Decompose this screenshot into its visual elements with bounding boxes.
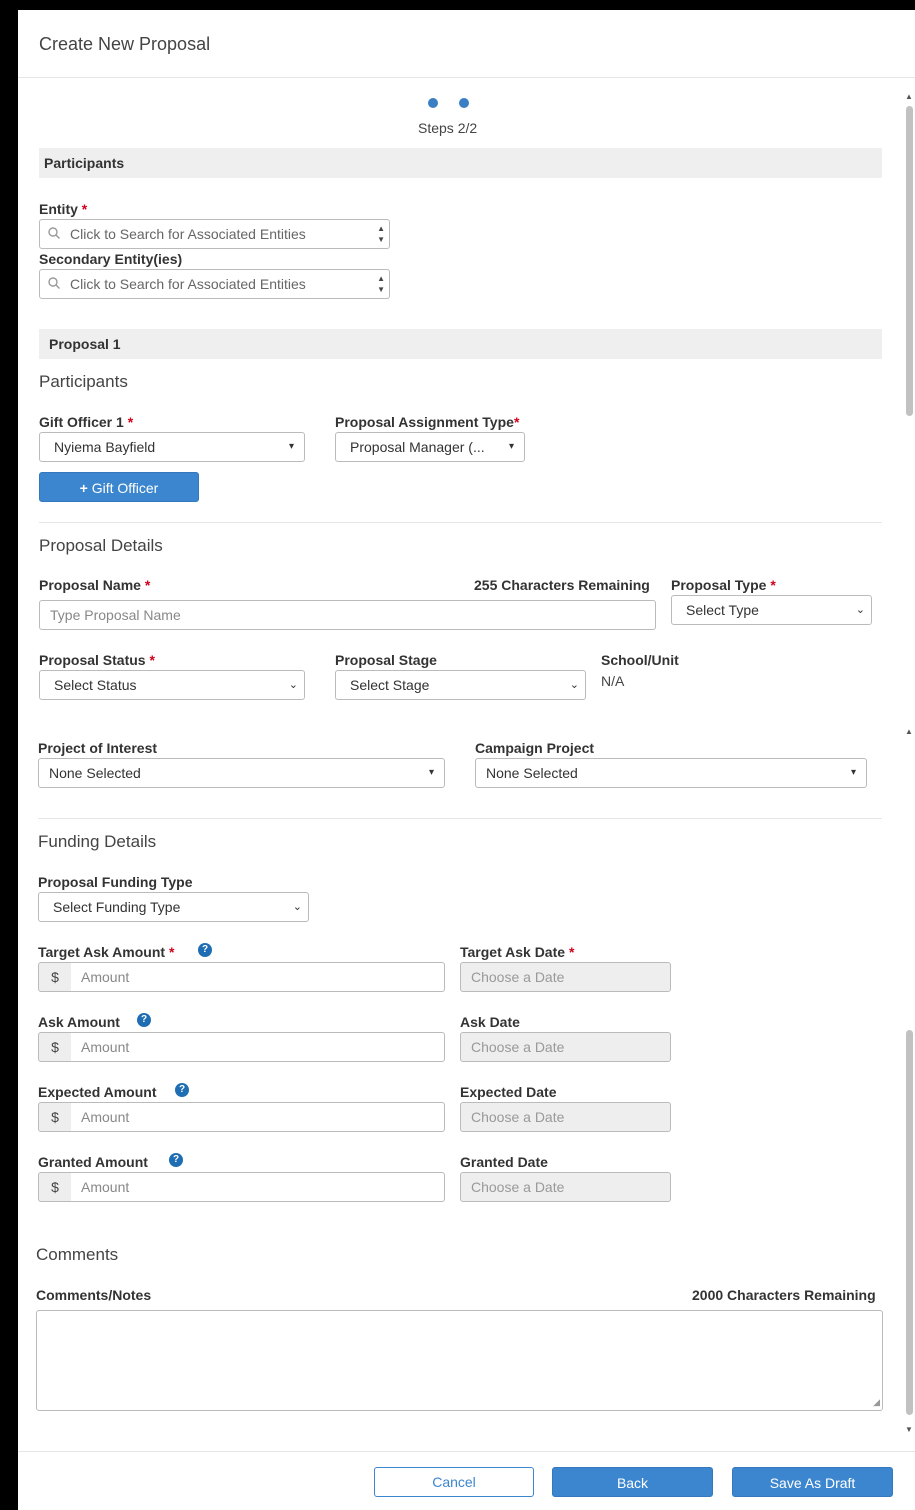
secondary-entity-label: Secondary Entity(ies) (39, 251, 183, 267)
project-interest-label: Project of Interest (38, 740, 158, 756)
granted-date-input[interactable]: Choose a Date (460, 1172, 671, 1202)
help-icon[interactable]: ? (169, 1153, 183, 1167)
chevron-down-icon: ⌄ (569, 679, 579, 691)
search-icon (48, 227, 60, 239)
granted-date-label: Granted Date (460, 1154, 548, 1170)
campaign-project-label: Campaign Project (475, 740, 595, 756)
funding-details-subhead: Funding Details (38, 832, 157, 851)
comments-textarea[interactable]: ◢ (36, 1310, 883, 1411)
scroll-up-icon[interactable]: ▲ (905, 727, 913, 736)
proposal-1-section-header: Proposal 1 (39, 329, 882, 359)
proposal-details-subhead: Proposal Details (39, 536, 163, 555)
target-ask-date-input[interactable]: Choose a Date (460, 962, 671, 992)
currency-addon: $ (38, 1032, 72, 1062)
proposal-name-remaining: 255 Characters Remaining (474, 577, 650, 593)
participants-subhead: Participants (39, 372, 128, 391)
back-button[interactable]: Back (552, 1467, 713, 1497)
proposal-status-select[interactable]: Select Status ⌄ (39, 670, 305, 700)
caret-down-icon: ▾ (850, 767, 856, 778)
step-2-dot[interactable] (459, 98, 469, 108)
plus-icon: + (79, 480, 88, 496)
steps-text: Steps 2/2 (418, 120, 478, 136)
chevron-down-icon: ⌄ (288, 679, 298, 691)
entity-search-input[interactable]: Click to Search for Associated Entities … (39, 219, 390, 249)
expected-date-label: Expected Date (460, 1084, 557, 1100)
footer-divider (18, 1451, 915, 1452)
scroll-up-icon[interactable]: ▲ (905, 92, 913, 101)
proposal-stage-label: Proposal Stage (335, 652, 437, 668)
currency-addon: $ (38, 962, 72, 992)
window-edge (0, 715, 18, 1235)
ask-amount-input[interactable]: Amount (71, 1032, 445, 1062)
chevron-down-icon: ⌄ (292, 901, 302, 913)
help-icon[interactable]: ? (137, 1013, 151, 1027)
project-interest-select[interactable]: None Selected ▾ (38, 758, 445, 788)
divider (38, 818, 882, 819)
proposal-stage-select[interactable]: Select Stage ⌄ (335, 670, 586, 700)
campaign-project-select[interactable]: None Selected ▾ (475, 758, 867, 788)
comments-notes-label: Comments/Notes (36, 1287, 152, 1303)
granted-amount-input[interactable]: Amount (71, 1172, 445, 1202)
school-unit-label: School/Unit (601, 652, 679, 668)
assignment-type-select[interactable]: Proposal Manager (... ▾ (335, 432, 525, 462)
participants-section-header: Participants (39, 148, 882, 178)
ask-date-label: Ask Date (460, 1014, 520, 1030)
caret-down-icon: ▾ (428, 767, 434, 778)
assignment-type-label: Proposal Assignment Type* (335, 414, 520, 430)
spinner-arrows-icon[interactable]: ▲ ▼ (377, 273, 385, 295)
proposal-type-select[interactable]: Select Type ⌄ (671, 595, 872, 625)
caret-down-icon: ▾ (288, 441, 294, 452)
search-icon (48, 277, 60, 289)
caret-down-icon: ▾ (508, 441, 514, 452)
currency-addon: $ (38, 1172, 72, 1202)
scroll-thumb[interactable] (906, 1030, 913, 1415)
step-1-dot[interactable] (428, 98, 438, 108)
expected-date-input[interactable]: Choose a Date (460, 1102, 671, 1132)
create-proposal-modal: Create New Proposal Steps 2/2 Participan… (0, 10, 915, 1510)
target-ask-date-label: Target Ask Date * (460, 944, 575, 960)
scroll-down-icon[interactable]: ▼ (905, 1425, 913, 1434)
chevron-down-icon: ⌄ (855, 604, 865, 616)
resize-handle-icon[interactable]: ◢ (873, 1397, 880, 1408)
ask-date-input[interactable]: Choose a Date (460, 1032, 671, 1062)
modal-header: Create New Proposal (18, 10, 915, 78)
target-ask-amount-label: Target Ask Amount * (38, 944, 175, 960)
expected-amount-input[interactable]: Amount (71, 1102, 445, 1132)
gift-officer-label: Gift Officer 1 * (39, 414, 134, 430)
expected-amount-label: Expected Amount (38, 1084, 157, 1100)
school-unit-value: N/A (601, 673, 625, 689)
proposal-status-label: Proposal Status * (39, 652, 155, 668)
granted-amount-label: Granted Amount (38, 1154, 148, 1170)
modal-title: Create New Proposal (39, 34, 211, 54)
scrollbar[interactable]: ▲ (904, 90, 914, 715)
currency-addon: $ (38, 1102, 72, 1132)
save-as-draft-button[interactable]: Save As Draft (732, 1467, 893, 1497)
secondary-entity-search-input[interactable]: Click to Search for Associated Entities … (39, 269, 390, 299)
funding-type-label: Proposal Funding Type (38, 874, 193, 890)
ask-amount-label: Ask Amount (38, 1014, 120, 1030)
divider (39, 522, 882, 523)
proposal-type-label: Proposal Type * (671, 577, 776, 593)
funding-type-select[interactable]: Select Funding Type ⌄ (38, 892, 309, 922)
entity-label: Entity * (39, 201, 88, 217)
scrollbar[interactable]: ▲ ▼ (904, 725, 914, 1434)
comments-remaining: 2000 Characters Remaining (692, 1287, 876, 1303)
comments-subhead: Comments (36, 1245, 119, 1264)
cancel-button[interactable]: Cancel (374, 1467, 534, 1497)
proposal-name-input[interactable]: Type Proposal Name (39, 600, 656, 630)
spinner-arrows-icon[interactable]: ▲ ▼ (377, 223, 385, 245)
help-icon[interactable]: ? (198, 943, 212, 957)
add-gift-officer-button[interactable]: + Gift Officer (39, 472, 199, 502)
proposal-name-label: Proposal Name * (39, 577, 151, 593)
scroll-thumb[interactable] (906, 106, 913, 416)
target-ask-amount-input[interactable]: Amount (71, 962, 445, 992)
help-icon[interactable]: ? (175, 1083, 189, 1097)
gift-officer-select[interactable]: Nyiema Bayfield ▾ (39, 432, 305, 462)
